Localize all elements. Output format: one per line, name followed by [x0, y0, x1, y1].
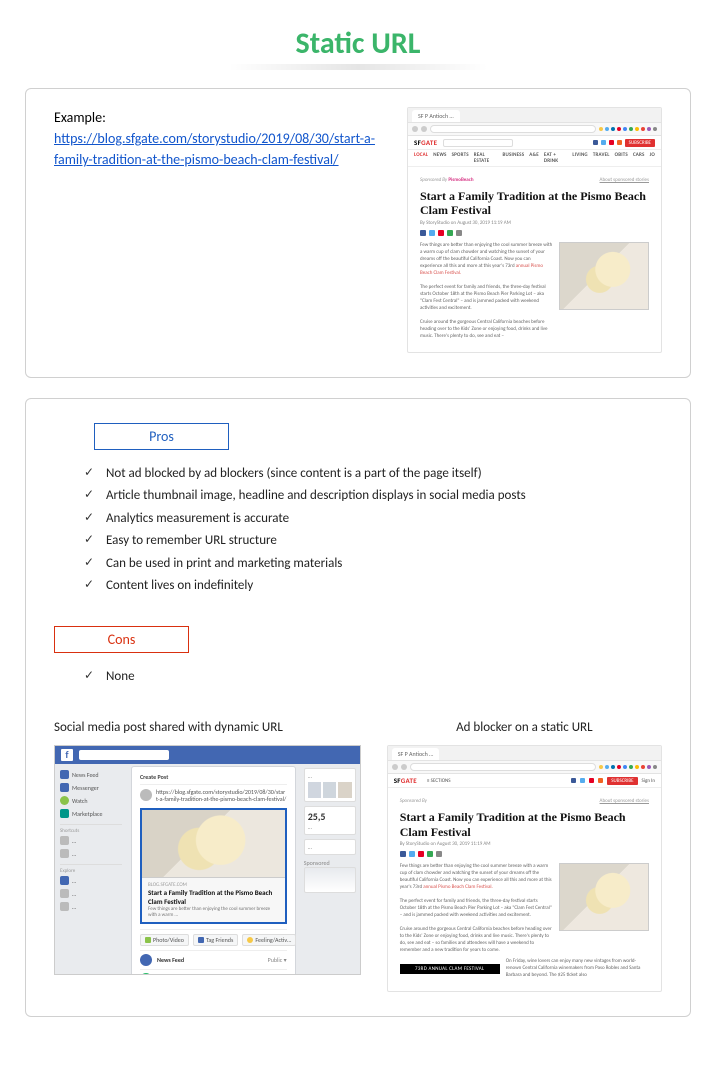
- pros-list: Not ad blocked by ad blockers (since con…: [54, 464, 662, 596]
- browser-tab: SF P Antioch …: [412, 110, 460, 122]
- signin-link: Sign In: [642, 778, 655, 784]
- facebook-icon: [593, 140, 598, 145]
- story-icon: [140, 973, 152, 976]
- twitter-icon: [580, 778, 585, 783]
- about-sponsored-link: About sponsored stories: [600, 177, 649, 183]
- link-preview-image: [142, 810, 285, 878]
- article-body-continued: On Friday, wine lovers can enjoy many ne…: [506, 958, 649, 979]
- list-item: Content lives on indefinitely: [84, 576, 662, 596]
- link-preview-card: BLOG.SFGATE.COM Start a Family Tradition…: [140, 808, 287, 924]
- list-item: Not ad blocked by ad blockers (since con…: [84, 464, 662, 484]
- fb-right-column: … 25,5… … Sponsored: [300, 746, 360, 974]
- article-byline: By StoryStudio on August 30, 2019 11:19 …: [400, 841, 649, 847]
- nav-back-icon: [412, 126, 418, 132]
- pros-heading: Pros: [94, 423, 229, 450]
- page-title: Static URL: [25, 25, 691, 62]
- feeling-button: Feeling/Activ…: [242, 934, 296, 946]
- share-icons: [400, 851, 649, 857]
- adblock-article-screenshot: SF P Antioch …: [387, 745, 662, 992]
- facebook-share-screenshot: f News Feed Messenger Watch Marketplace …: [54, 745, 361, 975]
- article-body: Few things are better than enjoying the …: [400, 863, 553, 954]
- subscribe-button: SUBSCRIBE: [625, 139, 655, 147]
- extension-icons: [599, 127, 657, 131]
- list-item: Can be used in print and marketing mater…: [84, 554, 662, 574]
- share-icons: [420, 230, 649, 236]
- title-underline: [228, 64, 488, 70]
- article-byline: By StoryStudio on August 30, 2019 11:19 …: [420, 220, 649, 226]
- example-label: Example:: [54, 109, 106, 126]
- sfgate-logo: SFGATE: [394, 776, 417, 785]
- shared-url-text: https://blog.sfgate.com/storystudio/2019…: [156, 789, 287, 803]
- proscons-card: Pros Not ad blocked by ad blockers (sinc…: [25, 398, 691, 1017]
- article-body: Few things are better than enjoying the …: [420, 242, 553, 340]
- browser-tab: SF P Antioch …: [392, 748, 440, 760]
- article-hero-image: [559, 242, 649, 310]
- rss-icon: [617, 140, 622, 145]
- sfgate-logo: SFGATE: [414, 138, 437, 147]
- ad-banner: 73RD ANNUAL CLAM FESTIVAL: [400, 964, 500, 974]
- article-headline: Start a Family Tradition at the Pismo Be…: [400, 810, 649, 839]
- list-item: Easy to remember URL structure: [84, 531, 662, 551]
- nav-back-icon: [392, 764, 398, 770]
- twitter-icon: [601, 140, 606, 145]
- article-screenshot: SF P Antioch … SFGATE: [407, 107, 662, 353]
- extension-icons: [599, 765, 657, 769]
- site-search-input: [443, 139, 513, 147]
- list-item: Article thumbnail image, headline and de…: [84, 486, 662, 506]
- avatar: [140, 789, 152, 801]
- cons-heading: Cons: [54, 626, 189, 653]
- nav-fwd-icon: [401, 764, 407, 770]
- list-item: None: [84, 667, 662, 687]
- fb-sidebar: News Feed Messenger Watch Marketplace Sh…: [55, 746, 127, 974]
- tag-friends-button: Tag Friends: [193, 934, 238, 946]
- rss-icon: [598, 778, 603, 783]
- photo-video-button: Photo/Video: [140, 934, 189, 946]
- nav-fwd-icon: [421, 126, 427, 132]
- about-sponsored-link: About sponsored stories: [600, 798, 649, 804]
- fb-composer: Create Post https://blog.sfgate.com/stor…: [131, 766, 296, 975]
- sections-menu: ≡ SECTIONS: [423, 778, 451, 784]
- newsfeed-icon: [140, 954, 152, 966]
- article-headline: Start a Family Tradition at the Pismo Be…: [420, 189, 649, 218]
- fb-search-bar: [79, 750, 169, 760]
- url-bar: [410, 763, 596, 771]
- example-card: Example: https://blog.sfgate.com/storyst…: [25, 88, 691, 378]
- example-url-link[interactable]: https://blog.sfgate.com/storystudio/2019…: [54, 130, 375, 168]
- list-item: Analytics measurement is accurate: [84, 509, 662, 529]
- facebook-logo-icon: f: [61, 749, 73, 761]
- url-bar: [430, 125, 596, 133]
- article-hero-image: [559, 863, 649, 931]
- right-caption: Ad blocker on a static URL: [387, 720, 662, 735]
- cons-list: None: [54, 667, 662, 687]
- left-caption: Social media post shared with dynamic UR…: [54, 720, 361, 735]
- subscribe-button: SUBSCRIBE: [607, 777, 637, 785]
- pinterest-icon: [609, 140, 614, 145]
- pinterest-icon: [589, 778, 594, 783]
- site-nav: LOCALNEWS SPORTSREAL ESTATE BUSINESSA&E …: [408, 150, 661, 167]
- facebook-icon: [571, 778, 576, 783]
